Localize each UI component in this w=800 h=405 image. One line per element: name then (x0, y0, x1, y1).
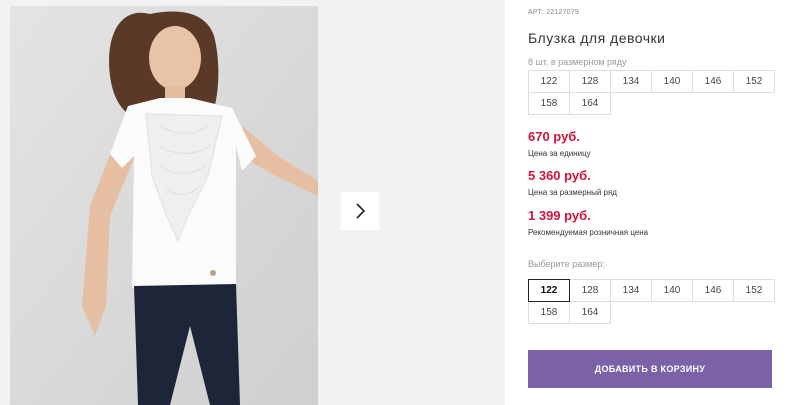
pack-size-cell: 140 (651, 70, 693, 93)
article-number: АРТ: 22127079 (528, 9, 579, 16)
unit-price: 670 руб. (528, 129, 580, 144)
pack-quantity-text: 8 шт. в размерном ряду (528, 57, 627, 67)
pack-size-cell: 134 (610, 70, 652, 93)
size-option-146[interactable]: 146 (692, 279, 734, 302)
retail-price-label: Рекомендуемая розничная цена (528, 228, 649, 237)
unit-price-label: Цена за единицу (528, 149, 591, 158)
size-option-122[interactable]: 122 (528, 279, 570, 302)
size-option-140[interactable]: 140 (651, 279, 693, 302)
next-image-button[interactable] (341, 192, 379, 230)
pack-size-cell: 146 (692, 70, 734, 93)
product-photo (10, 6, 318, 405)
add-to-cart-button[interactable]: ДОБАВИТЬ В КОРЗИНУ (528, 350, 772, 388)
size-select-label: Выберите размер: (528, 259, 605, 269)
size-option-152[interactable]: 152 (733, 279, 775, 302)
pack-sizes-grid: 122 128 134 140 146 152 158 164 (528, 70, 775, 115)
pack-size-cell: 122 (528, 70, 570, 93)
product-title: Блузка для девочки (528, 30, 666, 46)
size-option-164[interactable]: 164 (569, 301, 611, 324)
pack-size-cell: 152 (733, 70, 775, 93)
pack-size-cell: 164 (569, 92, 611, 115)
chevron-right-icon (356, 203, 366, 219)
size-option-158[interactable]: 158 (528, 301, 570, 324)
size-selector: 122 128 134 140 146 152 158 164 (528, 279, 775, 324)
pack-price: 5 360 руб. (528, 168, 591, 183)
retail-price: 1 399 руб. (528, 208, 591, 223)
pack-size-cell: 158 (528, 92, 570, 115)
product-gallery (0, 0, 505, 405)
pack-size-cell: 128 (569, 70, 611, 93)
size-option-134[interactable]: 134 (610, 279, 652, 302)
pack-price-label: Цена за размерный ряд (528, 188, 617, 197)
size-option-128[interactable]: 128 (569, 279, 611, 302)
